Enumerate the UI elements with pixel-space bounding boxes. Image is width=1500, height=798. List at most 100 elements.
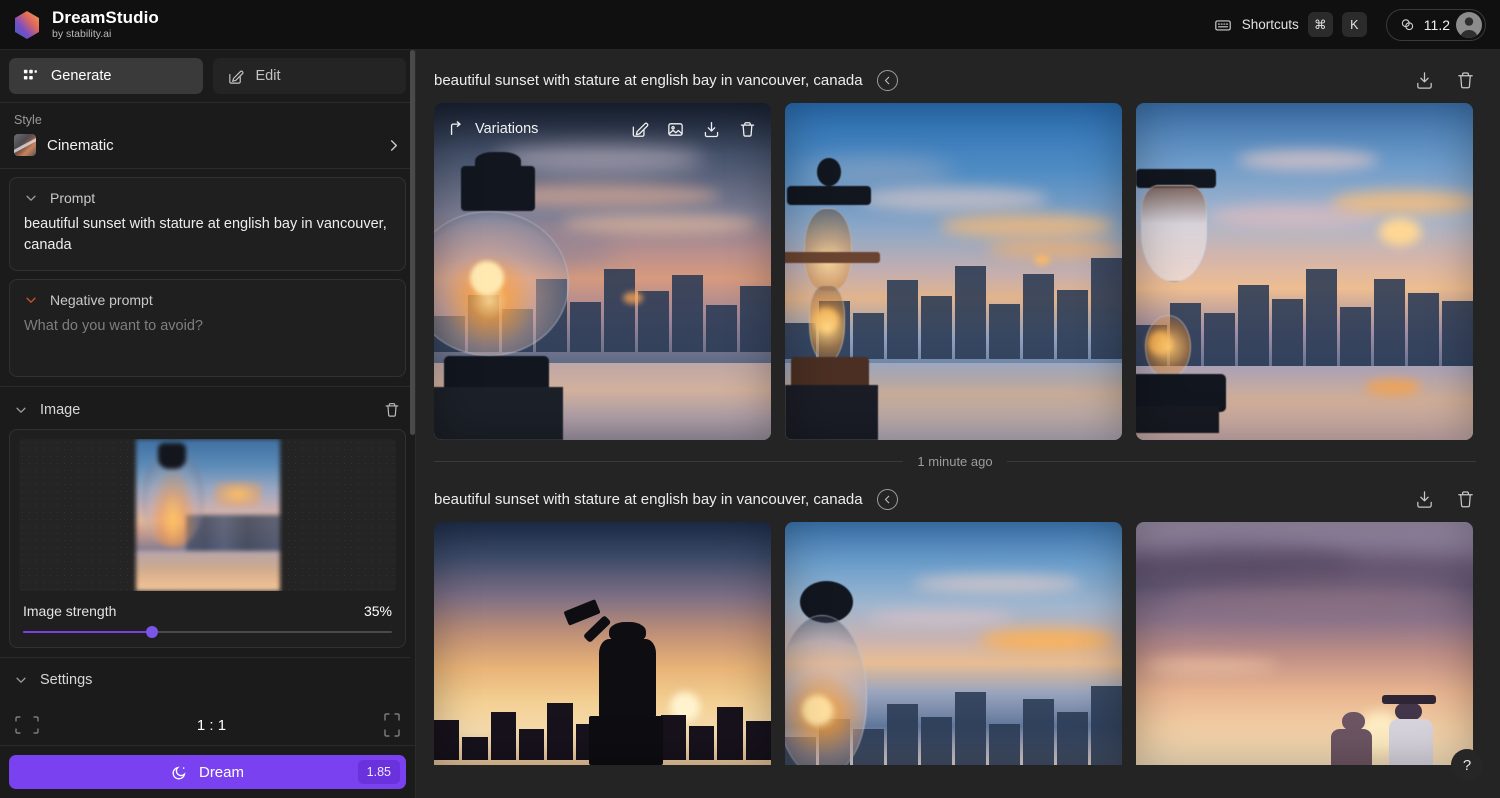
sidebar-scroll-area: Generate Edit Style Cinematic Prompt bea… [0,50,415,745]
generated-image [785,103,1122,440]
coins-icon [1398,15,1418,35]
left-sidebar: Generate Edit Style Cinematic Prompt bea… [0,50,416,798]
negative-prompt-input[interactable]: What do you want to avoid? [10,314,405,351]
result-actions-1 [1414,70,1476,91]
result-title: beautiful sunset with stature at english… [434,72,863,89]
topbar-actions: Shortcuts ⌘ K 11.2 [1213,8,1486,41]
style-row[interactable]: Cinematic [14,134,401,156]
moon-icon [171,764,188,781]
result-grid-1: Variations [416,103,1500,440]
image-strength-slider[interactable] [23,625,392,639]
tab-edit-label: Edit [255,68,281,84]
mode-tabs: Generate Edit [0,50,415,102]
dream-button-container: Dream 1.85 [0,745,415,798]
download-icon[interactable] [702,120,721,139]
style-value: Cinematic [47,136,114,154]
negative-prompt-header[interactable]: Negative prompt [10,280,405,314]
trash-icon[interactable] [383,401,401,419]
image-upload-card[interactable]: Image strength 35% [9,429,406,649]
image-section-label: Image [40,402,81,419]
settings-body: 1 : 1 [0,698,415,745]
aspect-ratio-value: 1 : 1 [196,716,227,734]
brand-subtitle: by stability.ai [52,27,112,40]
negative-prompt-panel[interactable]: Negative prompt What do you want to avoi… [9,279,406,378]
generated-image [1136,522,1473,765]
branch-icon [448,121,464,137]
image-section-header: Image [0,386,415,429]
generated-image-card[interactable] [785,103,1122,440]
uploaded-image-preview[interactable] [19,439,396,592]
generated-image [1136,103,1473,440]
chevron-down-icon[interactable] [14,673,28,687]
style-label: Style [14,113,42,127]
tab-edit[interactable]: Edit [212,58,406,94]
image-strength-row: Image strength 35% [19,591,396,625]
prompt-input[interactable]: beautiful sunset with stature at english… [10,212,405,270]
tab-generate[interactable]: Generate [9,58,203,94]
trash-icon[interactable] [738,120,757,139]
generated-image-card[interactable] [1136,522,1473,765]
style-thumbnail-icon [14,134,36,156]
circle-arrow-left-icon[interactable] [876,489,898,510]
user-avatar-icon[interactable] [1456,11,1482,38]
style-section[interactable]: Style Cinematic [0,103,415,168]
variations-button[interactable]: Variations [448,121,538,137]
pencil-square-icon [227,68,244,85]
shortcuts-label[interactable]: Shortcuts [1242,17,1299,32]
kbd-k[interactable]: K [1341,12,1367,37]
trash-icon[interactable] [1455,70,1476,91]
pencil-square-icon[interactable] [630,120,649,139]
dreamstudio-app: DreamStudio by stability.ai Shortcuts ⌘ … [0,0,1500,798]
dreamstudio-logo-icon [12,9,42,41]
dream-cost-badge: 1.85 [357,760,400,784]
dream-button-label: Dream [198,763,244,781]
help-button[interactable]: ? [1451,749,1483,781]
circle-arrow-left-icon[interactable] [876,70,898,91]
trash-icon[interactable] [1455,489,1476,510]
chevron-down-icon[interactable] [24,191,38,205]
image-strength-label: Image strength [23,603,117,620]
chevron-down-icon[interactable] [14,403,28,417]
dream-button[interactable]: Dream 1.85 [9,755,406,789]
timestamp-divider: 1 minute ago [416,440,1500,485]
portrait-ratio-icon[interactable] [383,712,401,738]
prompt-header[interactable]: Prompt [10,178,405,212]
divider-line [1006,461,1477,462]
variations-label: Variations [475,121,539,137]
app-body: Generate Edit Style Cinematic Prompt bea… [0,50,1500,798]
generated-image-card[interactable] [1136,103,1473,440]
top-bar: DreamStudio by stability.ai Shortcuts ⌘ … [0,0,1500,50]
download-icon[interactable] [1414,489,1435,510]
picture-icon[interactable] [666,120,685,139]
chevron-right-icon[interactable] [386,138,401,153]
generated-image-card[interactable]: Variations [434,103,771,440]
uploaded-image [135,439,280,592]
chevron-down-icon[interactable] [24,293,38,307]
card-actions [630,120,757,139]
keyboard-icon [1213,15,1233,35]
brand[interactable]: DreamStudio by stability.ai [12,9,159,41]
card-hover-overlay: Variations [434,103,771,155]
slider-knob[interactable] [146,626,159,639]
generated-image [434,522,771,765]
download-icon[interactable] [1414,70,1435,91]
result-header-2: beautiful sunset with stature at english… [416,485,1500,522]
scrollbar-thumb[interactable] [410,50,415,435]
generated-image [785,522,1122,765]
result-actions-2 [1414,489,1476,510]
prompt-panel[interactable]: Prompt beautiful sunset with stature at … [9,177,406,272]
kbd-command[interactable]: ⌘ [1307,12,1333,37]
generated-image-card[interactable] [785,522,1122,765]
generated-image-card[interactable] [434,522,771,765]
negative-prompt-header-label: Negative prompt [50,292,153,309]
divider [0,168,415,169]
credits-pill[interactable]: 11.2 [1385,8,1486,41]
credits-value: 11.2 [1423,16,1450,33]
settings-section-label: Settings [40,672,93,689]
result-header-1: beautiful sunset with stature at english… [416,50,1500,103]
sidebar-scrollbar[interactable] [410,50,415,745]
slider-fill [23,631,153,634]
result-title: beautiful sunset with stature at english… [434,491,863,508]
image-strength-value: 35% [363,603,392,620]
landscape-ratio-icon[interactable] [14,715,40,735]
